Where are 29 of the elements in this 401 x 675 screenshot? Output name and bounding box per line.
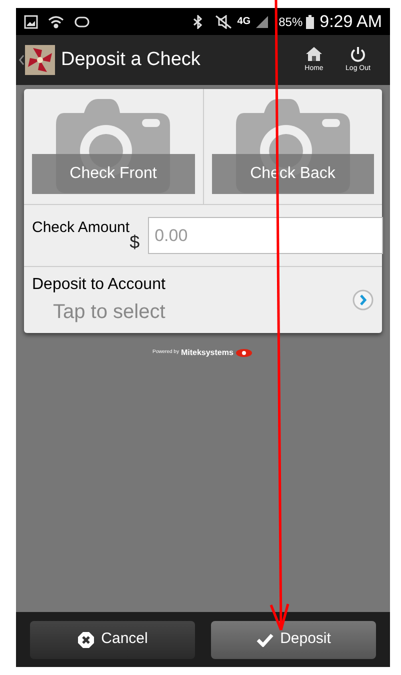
bluetooth-icon: [193, 14, 204, 28]
account-selector[interactable]: Deposit to Account Tap to select: [24, 267, 382, 333]
chevron-right-icon: [352, 289, 374, 311]
deposit-button[interactable]: Deposit: [211, 620, 376, 658]
screen-title: Deposit a Check: [61, 48, 202, 72]
power-icon: [350, 46, 366, 62]
back-icon[interactable]: [19, 55, 24, 65]
logo-icon: [25, 45, 55, 75]
account-label: Deposit to Account: [32, 275, 166, 295]
cancel-button[interactable]: Cancel: [30, 620, 195, 658]
amount-label: Check Amount: [32, 218, 130, 236]
eye-logo-icon: [235, 348, 254, 358]
battery-percent: 85%: [278, 14, 303, 30]
network-type: 4G: [237, 15, 251, 29]
battery-icon: [306, 14, 314, 28]
close-icon: [77, 630, 96, 648]
sync-icon: [74, 16, 90, 28]
clock: 9:29 AM: [320, 10, 382, 33]
signal-icon: [254, 14, 269, 28]
wifi-icon: [48, 14, 64, 28]
currency-symbol: $: [130, 231, 140, 254]
brand-name: Miteksystems: [180, 347, 234, 359]
checkmark-icon: [256, 632, 274, 646]
capture-label: Check Front: [32, 154, 194, 194]
account-hint: Tap to select: [53, 300, 166, 325]
amount-field[interactable]: 0.00: [148, 217, 383, 254]
home-icon: [305, 46, 323, 62]
photo-capture-tile[interactable]: Check Front: [24, 89, 204, 204]
image-icon: [24, 14, 38, 28]
